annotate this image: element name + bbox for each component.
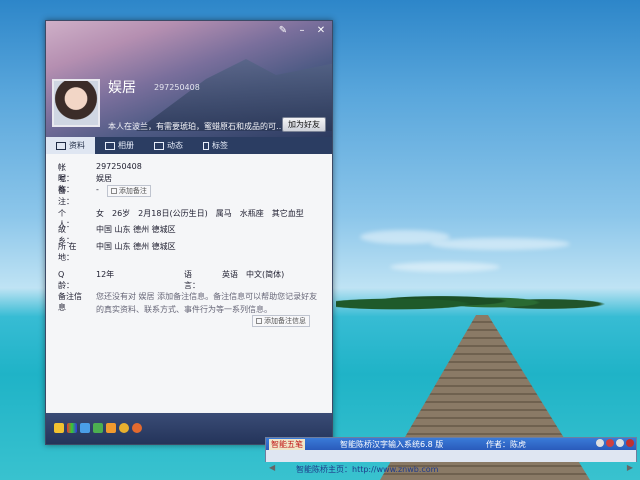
- tab-tags[interactable]: 标签: [193, 137, 238, 154]
- location-label: 所 在 地：: [58, 242, 77, 262]
- feed-icon: [154, 141, 164, 150]
- punctuation-icon[interactable]: [606, 439, 614, 447]
- tab-profile[interactable]: 资料: [46, 137, 95, 154]
- remark-info-row: 备注信息 您还没有对 娱居 添加备注信息。备注信息可以帮助您记录好友 的真实资料…: [58, 291, 317, 315]
- pencil-icon: [110, 188, 117, 194]
- tab-label: 动态: [167, 141, 183, 150]
- tropical-island: [336, 286, 636, 316]
- language-value: 英语 中文(简体): [222, 270, 285, 279]
- avatar[interactable]: [52, 79, 100, 127]
- add-remark-button[interactable]: 添加备注: [106, 185, 151, 197]
- edit-icon[interactable]: ✎: [278, 25, 288, 37]
- profile-qq-number: 297250408: [154, 83, 200, 92]
- remark-info-text: 您还没有对 娱居 添加备注信息。备注信息可以帮助您记录好友 的真实资料、联系方式…: [96, 291, 317, 315]
- profile-nickname: 娱居: [108, 80, 136, 96]
- photo-icon[interactable]: [80, 423, 90, 433]
- pet-icon[interactable]: [119, 423, 129, 433]
- location-row: 所 在 地： 中国 山东 德州 德城区: [58, 241, 176, 263]
- settings-icon[interactable]: [596, 439, 604, 447]
- language-label: 语 言：: [184, 270, 200, 290]
- game-icon[interactable]: [106, 423, 116, 433]
- remark-label: 备 注：: [58, 186, 74, 206]
- left-arrow-icon[interactable]: ◀: [269, 463, 275, 472]
- ime-candidate-bar: ◀ 智能陈桥主页：http://www.znwb.com ▶: [266, 450, 636, 474]
- bookmark-icon: [203, 141, 209, 150]
- ime-status-bar: 智能五笔 智能陈桥汉字输入系统6.8 版 作者：陈虎: [266, 438, 636, 450]
- ime-author: 作者：陈虎: [486, 440, 526, 449]
- right-arrow-icon[interactable]: ▶: [627, 463, 633, 472]
- add-remark-info-button[interactable]: 添加备注信息: [252, 315, 310, 327]
- profile-content: 帐 号： 297250408 昵 称： 娱居 备 注： - 添加备注 个 人： …: [46, 154, 332, 412]
- remark-value: -: [96, 185, 99, 194]
- remark-row: 备 注： - 添加备注: [58, 185, 151, 207]
- qage-value: 12年: [96, 270, 115, 279]
- remark-info-line: 的真实资料、联系方式、事件行为等一系列信息。: [96, 305, 272, 314]
- close-icon[interactable]: [626, 439, 634, 447]
- qage-label: Q 龄：: [58, 270, 74, 290]
- help-icon[interactable]: [616, 439, 624, 447]
- ime-controls: [596, 439, 634, 447]
- star-icon[interactable]: [54, 423, 64, 433]
- tab-label: 相册: [118, 141, 134, 150]
- cloud: [390, 262, 500, 272]
- minimize-button[interactable]: –: [297, 25, 307, 37]
- profile-signature: 本人在波兰，有需要琥珀，蜜蜡原石和成品的可…: [108, 122, 284, 131]
- window-controls: ✎ – ✕: [278, 25, 326, 37]
- profile-card-icon: [56, 141, 66, 150]
- remark-info-line: 您还没有对 娱居 添加备注信息。备注信息可以帮助您记录好友: [96, 292, 318, 301]
- tab-feed[interactable]: 动态: [144, 137, 193, 154]
- add-remark-info-label: 添加备注信息: [264, 317, 306, 325]
- add-friend-button[interactable]: 加为好友: [282, 117, 326, 132]
- ime-brand[interactable]: 智能五笔: [269, 439, 305, 450]
- tab-label: 标签: [212, 141, 228, 150]
- ime-name: 智能陈桥汉字输入系统6.8 版: [340, 440, 444, 449]
- profile-window: ✎ – ✕ 娱居 297250408 本人在波兰，有需要琥珀，蜜蜡原石和成品的可…: [45, 20, 333, 445]
- tab-album[interactable]: 相册: [95, 137, 144, 154]
- qage-row: Q 龄： 12年 语 言： 英语 中文(简体): [58, 269, 284, 291]
- remark-info-label: 备注信息: [58, 292, 82, 312]
- close-button[interactable]: ✕: [316, 25, 326, 37]
- photo-album-icon: [105, 141, 115, 150]
- add-remark-label: 添加备注: [118, 187, 147, 195]
- tab-label: 资料: [69, 141, 85, 150]
- profile-tabs: 资料 相册 动态 标签: [46, 137, 332, 154]
- app-toolbar: [54, 423, 142, 433]
- pencil-icon: [256, 318, 262, 324]
- location-value: 中国 山东 德州 德城区: [96, 242, 176, 251]
- leaf-icon[interactable]: [93, 423, 103, 433]
- ime-homepage[interactable]: 智能陈桥主页：http://www.znwb.com: [296, 464, 438, 475]
- ime-toolbar: 智能五笔 智能陈桥汉字输入系统6.8 版 作者：陈虎 ◀ 智能陈桥主页：http…: [265, 437, 637, 474]
- profile-header: ✎ – ✕ 娱居 297250408 本人在波兰，有需要琥珀，蜜蜡原石和成品的可…: [46, 21, 332, 137]
- penguin-icon[interactable]: [132, 423, 142, 433]
- cloud: [430, 238, 570, 250]
- apps-icon[interactable]: [67, 423, 77, 433]
